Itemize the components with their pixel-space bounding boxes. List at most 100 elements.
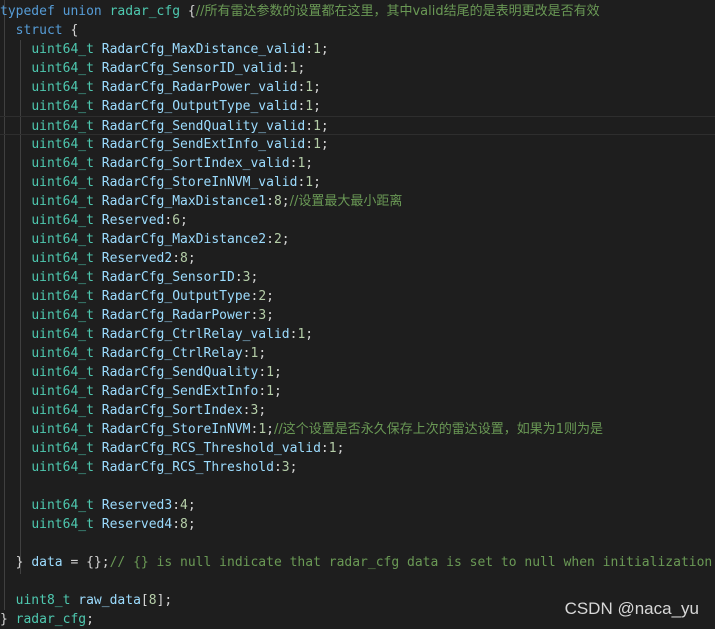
code-line[interactable]: uint64_t RadarCfg_MaxDistance_valid:1; [0, 40, 715, 59]
code-token: struct [15, 23, 71, 38]
code-token: ; [250, 270, 259, 285]
code-token: ; [266, 308, 274, 323]
code-token: RadarCfg_MaxDistance2 [101, 232, 267, 247]
code-line[interactable] [0, 534, 715, 553]
code-token: 6 [172, 213, 181, 228]
code-token: = {}; [62, 555, 110, 570]
code-token: ; [86, 612, 94, 627]
code-token: RadarCfg_RadarPower_valid [101, 80, 298, 95]
code-token: RadarCfg_SendExtInfo_valid [101, 137, 306, 152]
code-token: ]; [156, 593, 173, 608]
code-token: RadarCfg_OutputType [101, 289, 251, 304]
code-token: RadarCfg_StoreInNVM [101, 422, 251, 437]
code-token: Reserved3 [101, 498, 173, 513]
code-token: uint64_t [31, 137, 102, 152]
code-token: RadarCfg_MaxDistance1 [101, 194, 267, 209]
code-token: 1 [266, 365, 274, 380]
code-token: ; [313, 175, 321, 190]
code-token: 1 [305, 99, 314, 114]
code-line[interactable]: } data = {};// {} is null indicate that … [0, 553, 715, 572]
code-line[interactable]: uint64_t RadarCfg_OutputType_valid:1; [0, 97, 715, 116]
code-token: RadarCfg_RCS_Threshold [101, 460, 274, 475]
code-token: Reserved4 [101, 517, 173, 532]
code-token: //所有雷达参数的设置都在这里，其中valid结尾的是表明更改是否有效 [195, 4, 600, 19]
code-line[interactable]: uint64_t RadarCfg_RadarPower_valid:1; [0, 78, 715, 97]
code-token: uint64_t [31, 42, 102, 57]
code-line[interactable]: uint64_t RadarCfg_SendExtInfo:1; [0, 382, 715, 401]
code-line[interactable]: uint64_t Reserved3:4; [0, 496, 715, 515]
code-token: : [234, 270, 243, 285]
code-token: : [266, 232, 274, 247]
code-token: ; [320, 119, 329, 134]
code-token: [ [140, 593, 149, 608]
code-token: //这个设置是否永久保存上次的雷达设置，如果为1则为是 [273, 422, 603, 437]
code-token: } [0, 555, 32, 570]
code-line[interactable]: uint64_t RadarCfg_MaxDistance2:2; [0, 230, 715, 249]
code-line[interactable]: uint64_t RadarCfg_SendQuality_valid:1; [0, 116, 715, 135]
code-token: uint64_t [31, 422, 102, 437]
code-line[interactable]: uint64_t Reserved4:8; [0, 515, 715, 534]
code-line[interactable]: uint64_t RadarCfg_SensorID_valid:1; [0, 59, 715, 78]
code-token: ; [305, 327, 314, 342]
code-token: RadarCfg_RCS_Threshold_valid [101, 441, 321, 456]
code-token: ; [336, 441, 345, 456]
code-token: 1 [305, 80, 314, 95]
code-line[interactable]: uint64_t RadarCfg_RCS_Threshold:3; [0, 458, 715, 477]
code-line[interactable]: uint64_t RadarCfg_SortIndex_valid:1; [0, 154, 715, 173]
code-token: RadarCfg_SendExtInfo [101, 384, 259, 399]
code-editor[interactable]: typedef union radar_cfg {//所有雷达参数的设置都在这里… [0, 0, 715, 629]
code-token: : [305, 137, 314, 152]
code-token: RadarCfg_RadarPower [101, 308, 251, 323]
code-token: RadarCfg_SensorID_valid [101, 61, 282, 76]
code-line[interactable]: uint64_t Reserved2:8; [0, 249, 715, 268]
code-line[interactable]: uint64_t RadarCfg_CtrlRelay_valid:1; [0, 325, 715, 344]
code-token: //设置最大最小距离 [289, 194, 403, 209]
code-token: uint64_t [31, 308, 102, 323]
code-token: RadarCfg_OutputType_valid [101, 99, 298, 114]
code-token: uint64_t [31, 119, 102, 134]
code-line[interactable]: uint64_t Reserved:6; [0, 211, 715, 230]
code-token: 1 [305, 175, 314, 190]
code-line[interactable]: uint64_t RadarCfg_OutputType:2; [0, 287, 715, 306]
code-line[interactable]: uint64_t RadarCfg_SendQuality:1; [0, 363, 715, 382]
code-line[interactable] [0, 572, 715, 591]
code-line[interactable]: typedef union radar_cfg {//所有雷达参数的设置都在这里… [0, 2, 715, 21]
code-line[interactable]: uint64_t RadarCfg_CtrlRelay:1; [0, 344, 715, 363]
code-line[interactable]: uint64_t RadarCfg_SortIndex:3; [0, 401, 715, 420]
code-token: RadarCfg_SortIndex_valid [101, 156, 290, 171]
code-line[interactable]: uint64_t RadarCfg_SensorID:3; [0, 268, 715, 287]
code-line[interactable]: uint64_t RadarCfg_RadarPower:3; [0, 306, 715, 325]
code-line[interactable]: uint64_t RadarCfg_SendExtInfo_valid:1; [0, 135, 715, 154]
code-token: uint64_t [31, 156, 102, 171]
code-token: raw_data [78, 593, 141, 608]
code-token: ; [187, 517, 196, 532]
code-token: typedef [0, 4, 63, 19]
code-token: { [187, 4, 196, 19]
code-token: ; [320, 42, 329, 57]
code-line[interactable]: uint64_t RadarCfg_MaxDistance1:8;//设置最大最… [0, 192, 715, 211]
code-line[interactable]: struct { [0, 21, 715, 40]
code-line[interactable] [0, 477, 715, 496]
code-token: ; [187, 251, 196, 266]
code-token: 4 [180, 498, 188, 513]
code-token: data [31, 555, 63, 570]
code-token: 8 [273, 194, 282, 209]
code-line[interactable]: uint64_t RadarCfg_RCS_Threshold_valid:1; [0, 439, 715, 458]
code-token: uint64_t [31, 441, 102, 456]
code-line[interactable]: uint64_t RadarCfg_StoreInNVM_valid:1; [0, 173, 715, 192]
code-token: RadarCfg_SortIndex [101, 403, 243, 418]
code-token: : [266, 194, 274, 209]
code-token: : [305, 42, 314, 57]
code-token: uint64_t [31, 213, 102, 228]
code-line[interactable]: uint64_t RadarCfg_StoreInNVM:1;//这个设置是否永… [0, 420, 715, 439]
